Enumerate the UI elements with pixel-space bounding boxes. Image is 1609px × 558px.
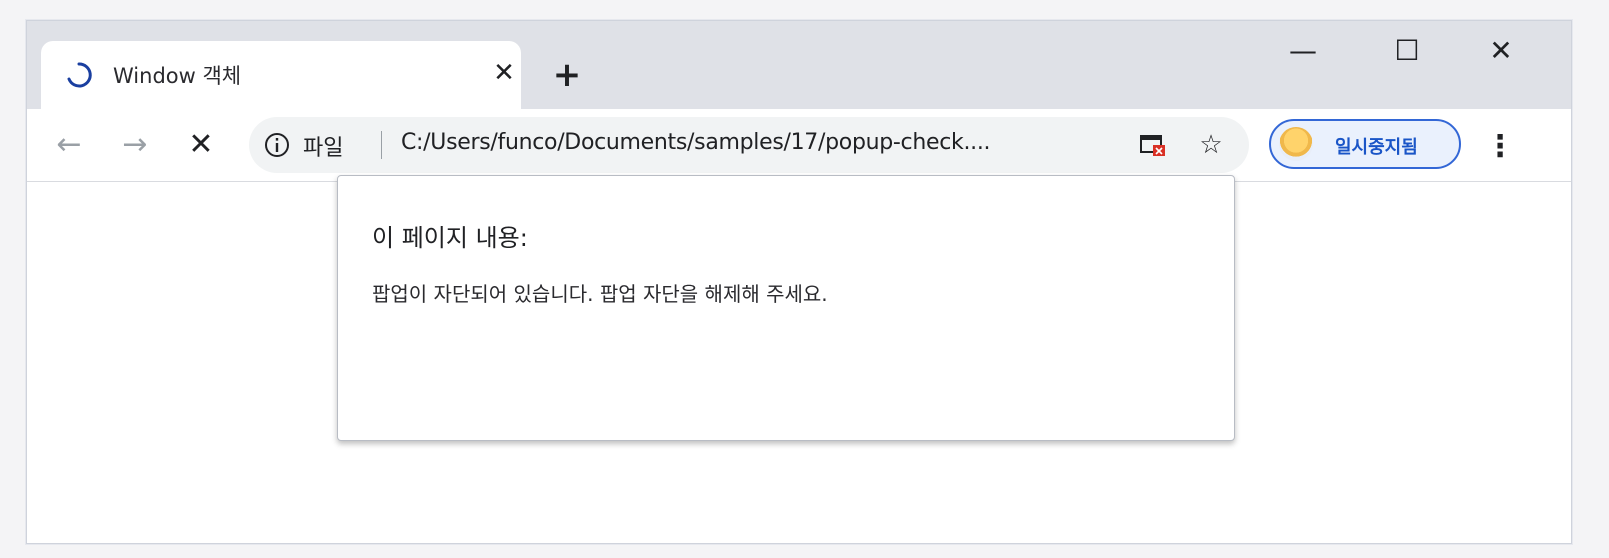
popup-blocked-icon[interactable] [1139, 131, 1167, 159]
loading-spinner-icon [67, 62, 92, 88]
url-text[interactable]: C:/Users/funco/Documents/samples/17/popu… [401, 130, 991, 155]
stop-loading-button[interactable]: ✕ [179, 123, 223, 167]
tab-title: Window 객체 [113, 64, 242, 88]
tab-close-icon[interactable]: ✕ [489, 58, 519, 88]
site-info-label: 파일 [303, 136, 344, 161]
minimize-button[interactable]: — [1273, 31, 1333, 71]
close-window-button[interactable]: ✕ [1471, 31, 1531, 71]
dialog-title: 이 페이지 내용: [372, 224, 528, 252]
dialog-message: 팝업이 자단되어 있습니다. 팝업 자단을 해제해 주세요. [372, 282, 828, 306]
profile-status-label: 일시중지됨 [1335, 137, 1418, 158]
address-bar[interactable]: 파일 C:/Users/funco/Documents/samples/17/p… [249, 117, 1249, 173]
new-tab-button[interactable]: + [547, 55, 587, 95]
tab-window-object[interactable]: Window 객체 ✕ [41, 41, 521, 109]
maximize-button[interactable]: ☐ [1377, 31, 1437, 71]
alert-dialog: 이 페이지 내용: 팝업이 자단되어 있습니다. 팝업 자단을 해제해 주세요. [337, 175, 1235, 441]
browser-window: Window 객체 ✕ + — ☐ ✕ ← → ✕ 파일 C:/Users/fu… [26, 20, 1572, 544]
more-menu-icon[interactable]: ⋮ [1485, 127, 1515, 167]
profile-button[interactable]: 일시중지됨 [1269, 119, 1461, 169]
info-icon[interactable] [263, 131, 291, 159]
toolbar: ← → ✕ 파일 C:/Users/funco/Documents/sample… [27, 109, 1571, 182]
back-button[interactable]: ← [47, 123, 91, 167]
title-bar: Window 객체 ✕ + — ☐ ✕ [27, 21, 1571, 109]
address-divider [381, 131, 382, 159]
avatar [1279, 127, 1313, 161]
bookmark-star-icon[interactable]: ☆ [1193, 125, 1229, 165]
forward-button[interactable]: → [113, 123, 157, 167]
